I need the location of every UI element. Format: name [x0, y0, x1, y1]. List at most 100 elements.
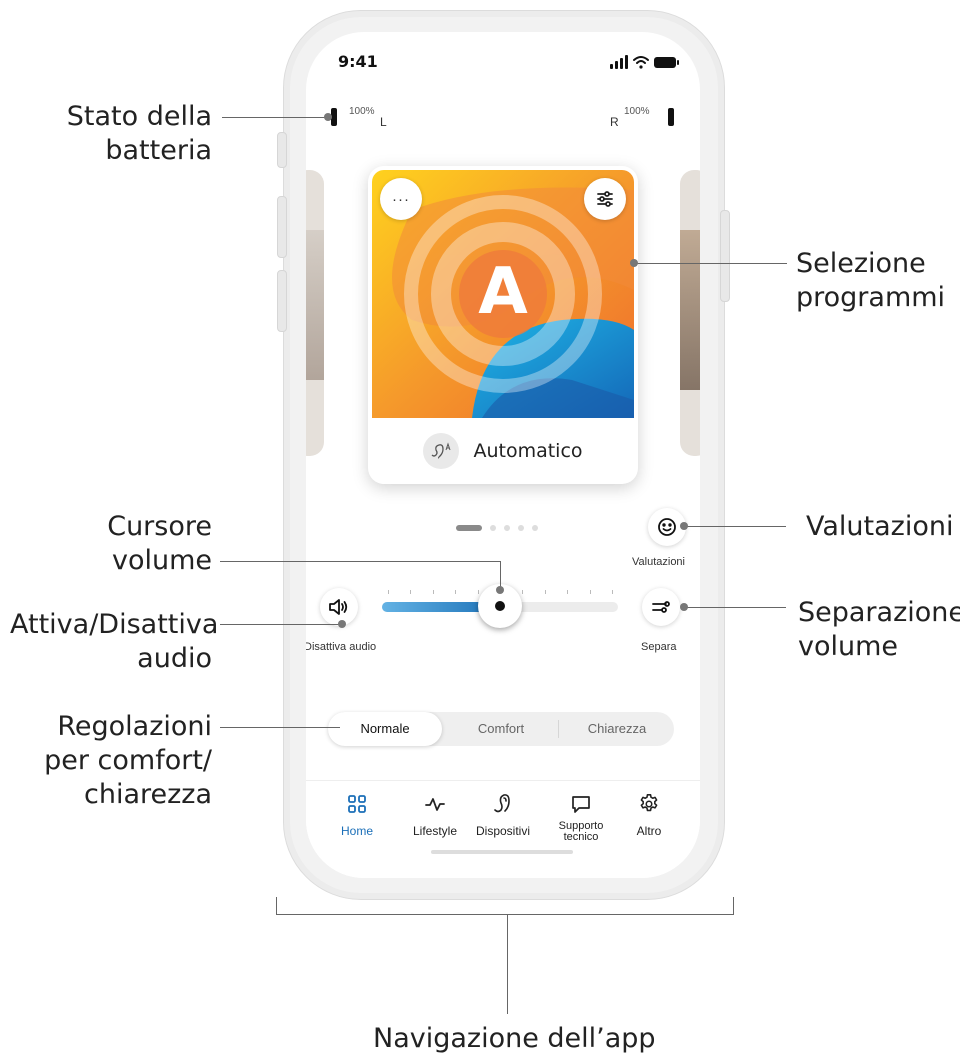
nav-bracket-stem: [507, 914, 508, 1014]
nav-label-supporto: Supporto tecnico: [551, 821, 611, 843]
split-volume-button[interactable]: [642, 588, 680, 626]
bottom-navigation: Home Lifestyle Dispositivi Supporto tecn…: [306, 780, 700, 878]
split-volume-label: Separa: [641, 641, 677, 653]
program-pager: [456, 524, 546, 532]
next-program-card[interactable]: [680, 170, 700, 456]
chat-icon: [572, 796, 590, 813]
nav-bracket-bottom: [276, 914, 734, 915]
status-icons: [610, 54, 680, 75]
nav-label-supporto-text: Supporto tecnico: [558, 820, 604, 843]
pager-dot[interactable]: [490, 525, 496, 531]
mode-option-normale[interactable]: Normale: [328, 712, 442, 746]
callout-programs-dot: [630, 259, 638, 267]
volume-tick: [612, 590, 613, 594]
nav-item-supporto[interactable]: Supporto tecnico: [544, 791, 618, 843]
callout-ratings: Valutazioni: [806, 510, 953, 544]
hearing-aid-icon: [494, 794, 510, 813]
right-battery-icon: [668, 108, 674, 126]
callout-programs: Selezione programmi: [796, 247, 945, 315]
callout-mute-dot: [338, 620, 346, 628]
callout-volume-cursor-line1: Cursore: [107, 511, 212, 542]
split-arrows-icon: [652, 601, 670, 613]
phone-side-button-volume-up: [277, 196, 287, 258]
nav-item-dispositivi[interactable]: Dispositivi: [466, 791, 540, 837]
program-initial: A: [478, 255, 528, 329]
callout-ratings-text: Valutazioni: [806, 511, 954, 542]
callout-battery: Stato della batteria: [40, 100, 212, 168]
home-indicator[interactable]: [431, 850, 573, 854]
nav-item-lifestyle[interactable]: Lifestyle: [398, 791, 472, 837]
callout-comfort-line1: Regolazioni: [57, 711, 212, 742]
program-name: Automatico: [473, 440, 583, 462]
program-card[interactable]: A ··· Automatico: [368, 166, 638, 484]
volume-tick: [388, 590, 389, 594]
battery-icon: [654, 57, 679, 68]
status-time: 9:41: [338, 52, 378, 71]
callout-comfort-clarity: Regolazioni per comfort/ chiarezza: [40, 710, 212, 812]
callout-programs-line2: programmi: [796, 282, 946, 313]
callout-programs-line: [637, 263, 787, 264]
right-battery-percent: 100%: [624, 106, 650, 117]
callout-volume-cursor-line2: volume: [111, 545, 212, 576]
nav-bracket-right: [733, 897, 734, 915]
callout-split-volume-line: [686, 607, 786, 608]
nav-bracket-left: [276, 897, 277, 915]
callout-battery-dot: [324, 113, 332, 121]
callout-mute-line1: Attiva/Disattiva: [10, 609, 219, 640]
callout-split-volume-dot: [680, 603, 688, 611]
nav-item-home[interactable]: Home: [320, 791, 394, 837]
callout-app-nav: Navigazione dell’app: [373, 1022, 656, 1056]
callout-comfort-line2: per comfort/: [44, 745, 212, 776]
program-footer: Automatico: [368, 418, 638, 484]
status-bar: 9:41: [306, 48, 700, 78]
callout-battery-line2: batteria: [105, 135, 212, 166]
pager-dot[interactable]: [532, 525, 538, 531]
speaker-icon: [329, 599, 348, 615]
nav-label-altro: Altro: [636, 824, 662, 838]
volume-tick: [589, 590, 591, 594]
pager-dot-active[interactable]: [456, 525, 482, 531]
mode-option-chiarezza[interactable]: Chiarezza: [560, 712, 674, 746]
callout-split-volume-line1: Separazione: [798, 597, 960, 628]
callout-ratings-dot: [680, 522, 688, 530]
gear-icon: [640, 794, 658, 812]
smiley-icon: [658, 518, 676, 536]
callout-mute-line2: audio: [137, 643, 212, 674]
callout-split-volume-line2: volume: [798, 631, 899, 662]
callout-battery-line: [222, 117, 328, 118]
callout-mute: Attiva/Disattiva audio: [10, 608, 219, 676]
nav-item-altro[interactable]: Altro: [612, 791, 686, 837]
pager-dot[interactable]: [518, 525, 524, 531]
previous-program-card[interactable]: [306, 170, 324, 456]
callout-ratings-line: [686, 526, 786, 527]
callout-battery-line1: Stato della: [66, 101, 212, 132]
mode-option-comfort[interactable]: Comfort: [444, 712, 558, 746]
pager-dot[interactable]: [504, 525, 510, 531]
volume-tick: [567, 590, 569, 594]
callout-app-nav-text: Navigazione dell’app: [373, 1023, 656, 1054]
callout-volume-cursor-dot: [496, 586, 504, 594]
mode-divider: [558, 720, 559, 738]
signal-icon: [610, 55, 628, 69]
callout-programs-line1: Selezione: [796, 248, 926, 279]
left-battery-percent: 100%: [349, 106, 375, 117]
phone-side-button-volume-down: [277, 270, 287, 332]
left-side-label: L: [380, 115, 387, 129]
volume-tick: [410, 590, 412, 594]
program-settings-button[interactable]: [584, 178, 626, 220]
sound-mode-selector: Normale Comfort Chiarezza: [328, 712, 674, 746]
nav-label-dispositivi: Dispositivi: [475, 824, 530, 838]
callout-split-volume: Separazione volume: [798, 596, 960, 664]
program-options-button[interactable]: ···: [380, 178, 422, 220]
volume-tick: [455, 590, 457, 594]
wifi-icon: [633, 56, 649, 69]
nav-label-home: Home: [340, 824, 373, 838]
callout-volume-cursor-hline: [220, 561, 501, 562]
phone-side-button-power: [720, 210, 730, 302]
nav-label-lifestyle: Lifestyle: [412, 824, 458, 838]
sliders-icon: [597, 191, 613, 207]
mute-label: Disattiva audio: [306, 641, 377, 653]
grid-icon: [348, 795, 366, 813]
volume-tick: [477, 590, 479, 594]
activity-icon: [425, 798, 445, 811]
